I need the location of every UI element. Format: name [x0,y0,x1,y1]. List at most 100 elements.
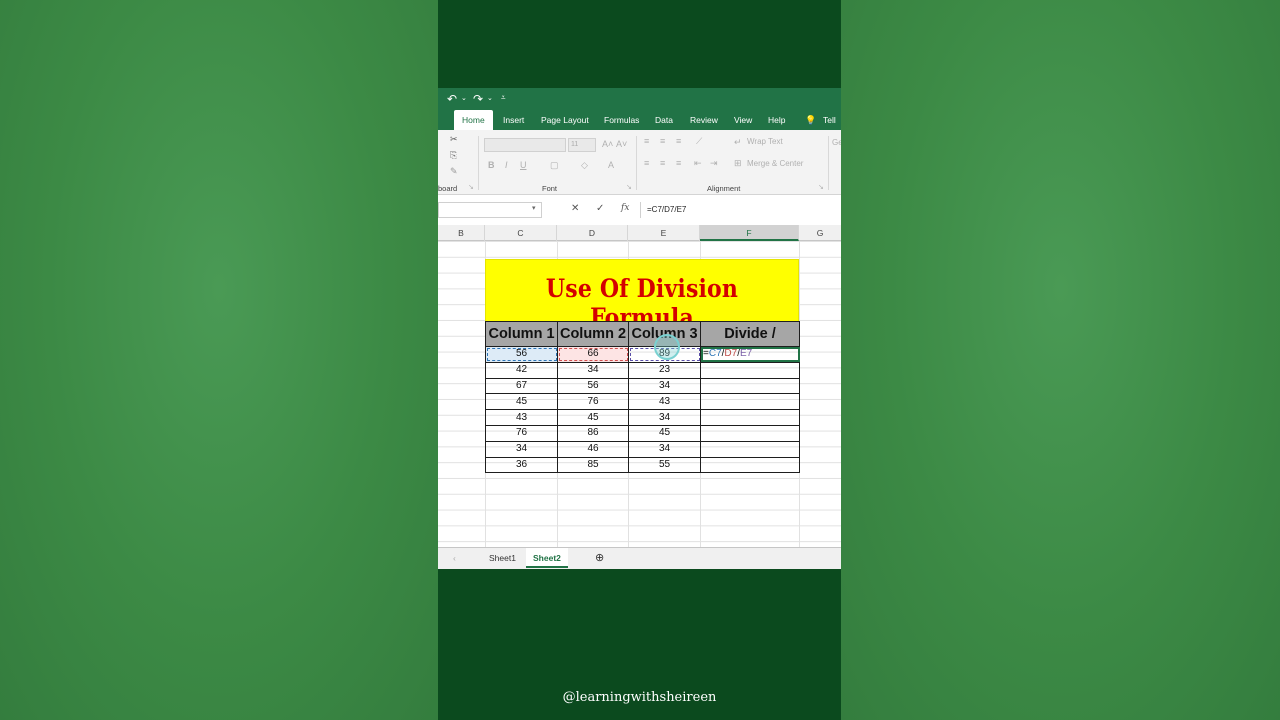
align-top-icon[interactable]: ≡ [644,136,649,146]
chevron-down-icon[interactable]: ▾ [532,204,536,212]
cell[interactable]: 45 [628,424,701,442]
cell[interactable]: 76 [485,424,558,442]
decrease-font-icon[interactable]: A˅ [616,139,627,149]
align-bottom-icon[interactable]: ≡ [676,136,681,146]
font-name-box[interactable] [484,138,566,152]
cell[interactable]: 36 [485,456,558,474]
cell[interactable]: 34 [628,440,701,458]
tab-data[interactable]: Data [655,110,673,130]
cell[interactable]: 46 [557,440,629,458]
dialog-launcher-icon[interactable]: ↘ [818,183,824,191]
ribbon-divider [478,136,479,190]
tab-formulas[interactable]: Formulas [604,110,639,130]
align-right-icon[interactable]: ≡ [676,158,681,168]
column-header-e[interactable]: E [628,225,700,241]
cell[interactable]: 34 [628,377,701,395]
worksheet-grid[interactable]: Use Of Division Formula Column 1 Column … [438,241,841,547]
scroll-left-icon[interactable]: ‹ [446,548,463,568]
cell[interactable]: 76 [557,393,629,411]
cell[interactable]: 34 [628,409,701,426]
cell-d7[interactable]: 66 [557,346,629,363]
cell[interactable]: 45 [557,409,629,426]
chevron-down-icon[interactable]: ⌄ [487,94,493,102]
align-left-icon[interactable]: ≡ [644,158,649,168]
cell[interactable]: 43 [628,393,701,411]
lightbulb-icon[interactable]: 💡 [805,110,816,130]
insert-function-icon[interactable]: fx [621,203,629,213]
italic-icon[interactable]: I [505,160,508,170]
fill-color-icon[interactable]: ◇ [581,160,588,171]
table-row: 43 45 34 [485,409,800,426]
header-column-2[interactable]: Column 2 [557,321,629,347]
header-divide[interactable]: Divide / [700,321,800,347]
tab-insert[interactable]: Insert [503,110,524,130]
tab-home[interactable]: Home [454,110,493,130]
sheet-tab-sheet1[interactable]: Sheet1 [482,548,523,568]
merge-center-icon[interactable]: ⊞ [734,158,742,169]
name-box[interactable] [438,202,542,218]
cell[interactable] [700,393,800,411]
cancel-icon[interactable]: ✕ [571,203,579,214]
cell[interactable]: 85 [557,456,629,474]
cell[interactable]: 23 [628,361,701,379]
enter-icon[interactable]: ✓ [596,203,604,214]
font-size-box[interactable]: 11 [568,138,596,152]
copy-icon[interactable]: ⎘ [450,150,457,161]
increase-font-icon[interactable]: A˄ [602,139,613,149]
title-banner[interactable]: Use Of Division Formula [485,259,799,332]
cell[interactable]: 34 [485,440,558,458]
underline-icon[interactable]: U [520,160,527,170]
align-center-icon[interactable]: ≡ [660,158,665,168]
merge-center-button[interactable]: Merge & Center [747,159,803,168]
tab-view[interactable]: View [734,110,752,130]
bold-icon[interactable]: B [488,160,495,170]
column-header-f[interactable]: F [700,225,799,241]
cell[interactable]: 86 [557,424,629,442]
cell[interactable]: 34 [557,361,629,379]
cell[interactable]: 45 [485,393,558,411]
cell[interactable] [700,377,800,395]
cell-c7[interactable]: 56 [485,346,558,363]
formula-input[interactable]: =C7/D7/E7 [640,202,841,218]
column-header-g[interactable]: G [799,225,841,241]
sheet-tab-sheet2[interactable]: Sheet2 [526,548,568,568]
column-header-c[interactable]: C [485,225,557,241]
cell[interactable]: 56 [557,377,629,395]
wrap-text-button[interactable]: Wrap Text [747,137,783,146]
cell[interactable] [700,440,800,458]
undo-icon[interactable]: ↶ [447,92,457,106]
cell[interactable]: 55 [628,456,701,474]
number-format-box[interactable]: Ge [832,138,841,147]
cell[interactable] [700,409,800,426]
add-sheet-icon[interactable]: ⊕ [588,548,611,568]
dialog-launcher-icon[interactable]: ↘ [468,183,474,191]
customize-icon[interactable]: ⩡ [501,93,506,103]
align-middle-icon[interactable]: ≡ [660,136,665,146]
cell[interactable]: 42 [485,361,558,379]
header-column-1[interactable]: Column 1 [485,321,558,347]
tab-help[interactable]: Help [768,110,785,130]
cut-icon[interactable]: ✂ [450,134,458,145]
borders-icon[interactable]: ▢ [550,160,559,171]
cell[interactable]: 43 [485,409,558,426]
cell[interactable] [700,424,800,442]
cell-f7-editing[interactable]: =C7/D7/E7 [700,346,800,363]
tab-review[interactable]: Review [690,110,718,130]
increase-indent-icon[interactable]: ⇥ [710,158,718,169]
orientation-icon[interactable]: ⟋ [696,136,702,147]
cell[interactable] [700,456,800,474]
format-painter-icon[interactable]: ✎ [450,166,458,177]
column-header-d[interactable]: D [557,225,628,241]
redo-icon[interactable]: ↷ [473,92,483,106]
cell[interactable] [700,361,800,379]
tab-tell-me[interactable]: Tell n [823,110,841,145]
cell[interactable]: 67 [485,377,558,395]
group-font-label: Font [542,184,558,193]
tab-page-layout[interactable]: Page Layout [541,110,589,130]
font-color-icon[interactable]: A [608,160,614,170]
wrap-text-icon[interactable]: ↵ [734,137,742,148]
decrease-indent-icon[interactable]: ⇤ [694,158,702,169]
dialog-launcher-icon[interactable]: ↘ [626,183,632,191]
chevron-down-icon[interactable]: ⌄ [461,94,467,102]
column-header-b[interactable]: B [438,225,485,241]
